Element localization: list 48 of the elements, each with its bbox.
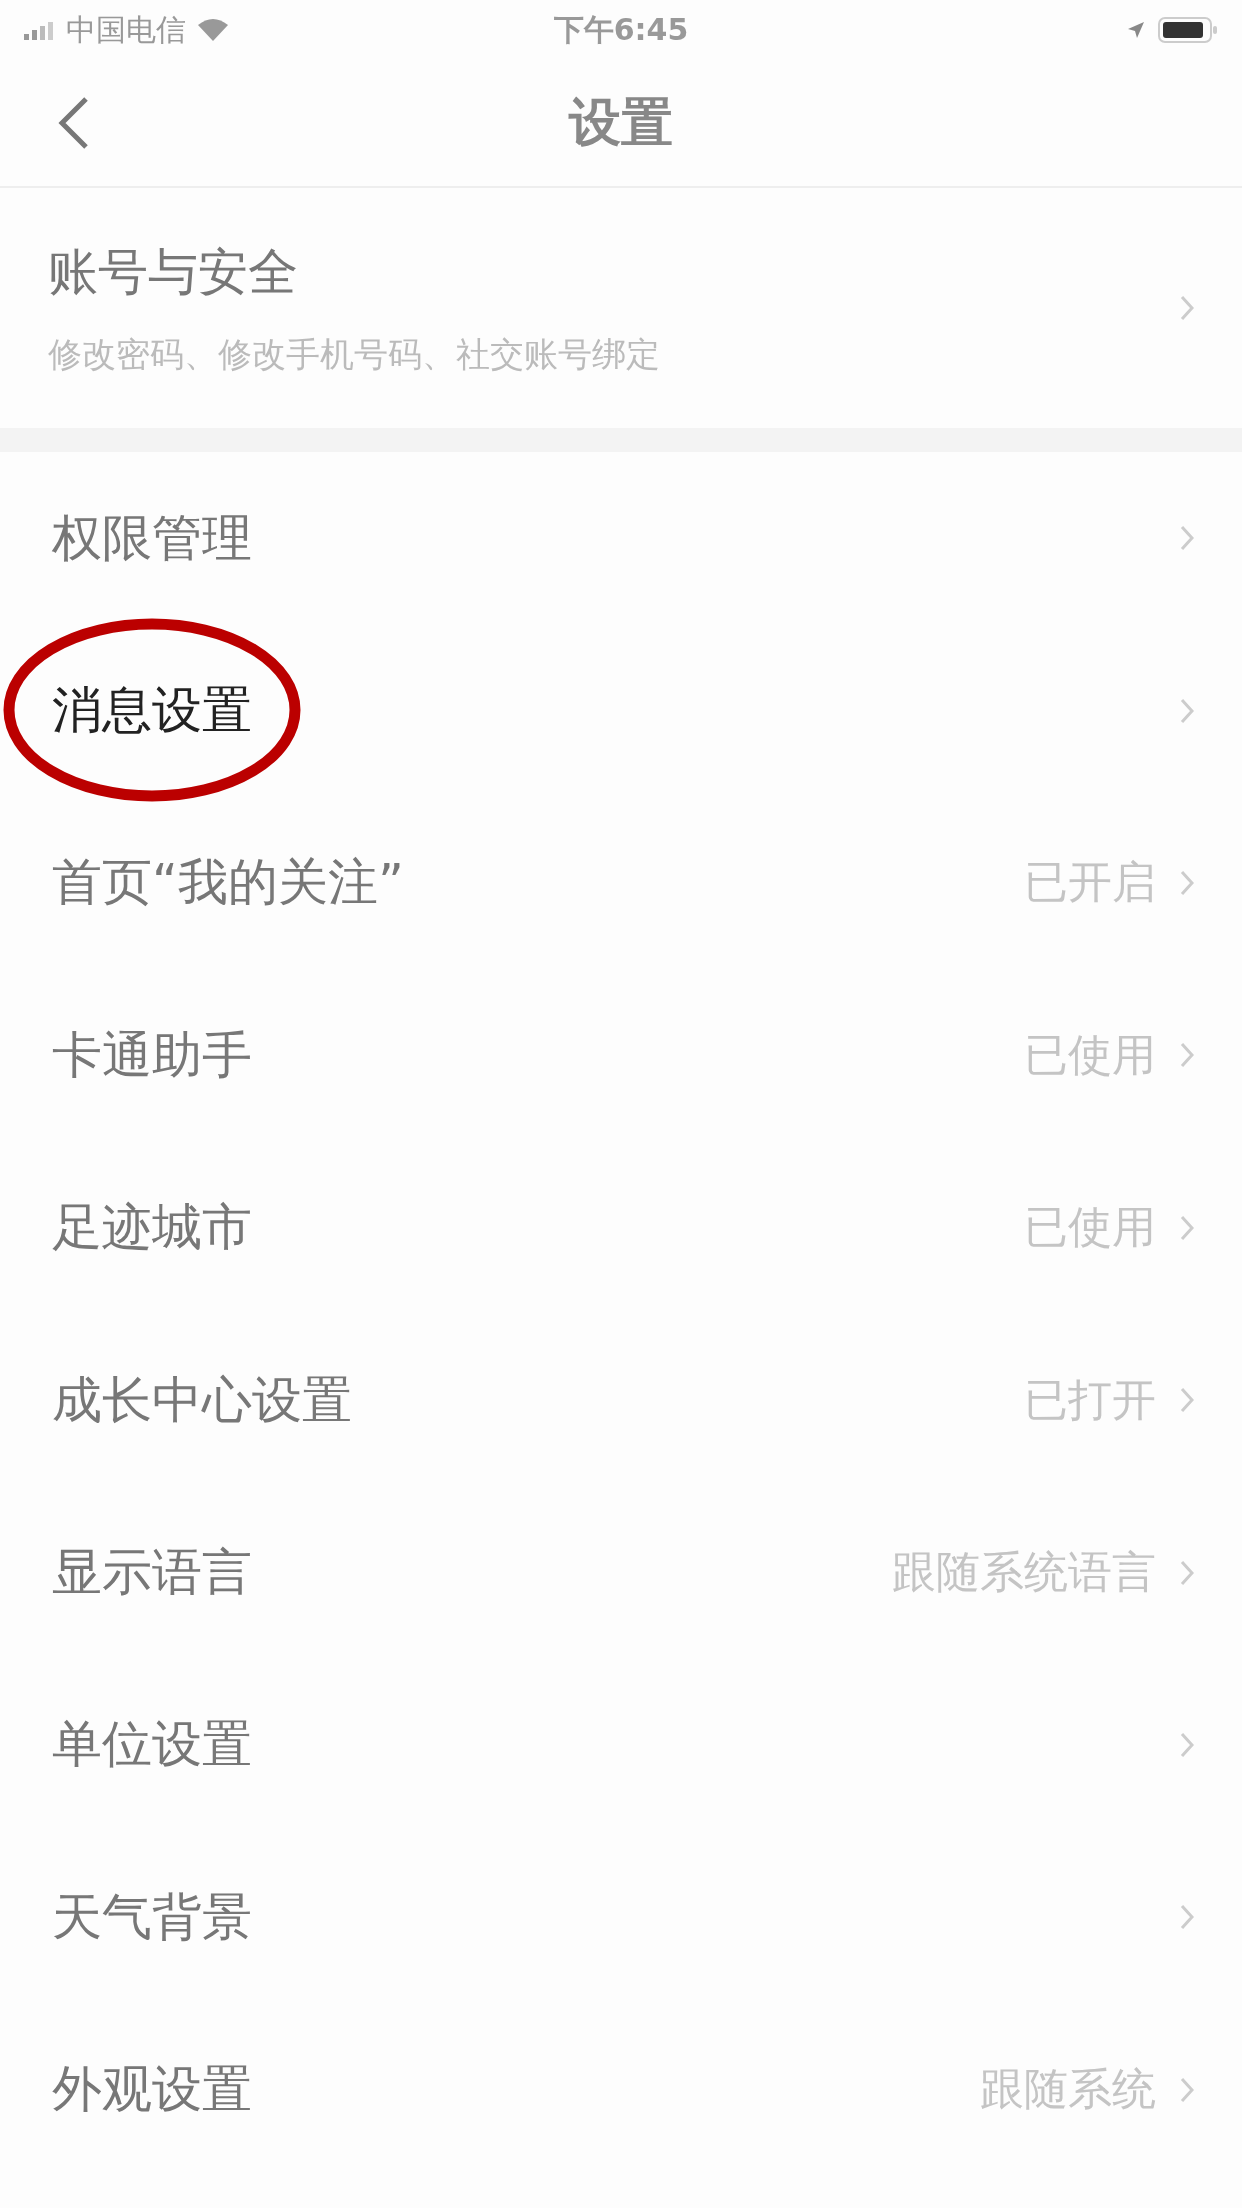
row-label: 首页“我的关注” [52,852,405,914]
account-row[interactable]: 账号与安全 修改密码、修改手机号码、社交账号绑定 [0,188,1242,428]
settings-row[interactable]: 天气背景 [0,1831,1242,2004]
chevron-icon [1180,295,1194,321]
row-value: 已使用 [1024,1027,1156,1082]
settings-row[interactable]: 消息设置 [0,624,1242,797]
battery-icon [1158,17,1218,43]
chevron-icon [1180,1387,1194,1414]
row-label: 外观设置 [52,2059,253,2121]
status-time: 下午6:45 [553,10,689,49]
chevron-icon [1180,697,1194,724]
chevron-icon [1180,1042,1194,1069]
carrier-name: 中国电信 [66,10,186,49]
chevron-icon [1180,1214,1194,1241]
row-label: 天气背景 [52,1886,253,1948]
row-label: 消息设置 [52,680,253,742]
chevron-icon [1180,1904,1194,1931]
row-value: 已打开 [1024,1372,1156,1427]
row-value: 已使用 [1024,1200,1156,1255]
location-icon [1126,20,1146,40]
settings-row[interactable]: 显示语言 跟随系统语言 [0,1486,1242,1659]
chevron-icon [1180,869,1194,896]
settings-row[interactable]: 外观设置 跟随系统 [0,2003,1242,2176]
row-value: 跟随系统 [980,2062,1156,2117]
settings-row[interactable]: 成长中心设置 已打开 [0,1313,1242,1487]
account-title: 账号与安全 [48,241,299,303]
account-subtitle: 修改密码、修改手机号码、社交账号绑定 [48,332,661,376]
chevron-icon [1180,1559,1194,1586]
row-label: 单位设置 [52,1714,253,1776]
row-value: 已开启 [1024,855,1156,910]
page-title: 设置 [569,91,673,154]
settings-row[interactable]: 单位设置 [0,1658,1242,1832]
chevron-icon [1180,525,1194,552]
row-label: 显示语言 [52,1542,253,1604]
chevron-icon [1180,1731,1194,1758]
settings-row[interactable]: 首页“我的关注” 已开启 [0,796,1242,970]
wifi-icon [198,19,228,41]
settings-row[interactable]: 足迹城市 已使用 [0,1141,1242,1314]
signal-icon [24,20,54,40]
row-label: 足迹城市 [52,1197,253,1259]
back-icon[interactable] [56,95,90,151]
settings-row[interactable]: 卡通助手 已使用 [0,969,1242,1142]
settings-row[interactable]: 权限管理 [0,452,1242,625]
row-label: 卡通助手 [52,1024,253,1086]
row-label: 成长中心设置 [52,1369,353,1431]
chevron-icon [1180,2076,1194,2103]
row-label: 权限管理 [52,507,253,569]
row-value: 跟随系统语言 [892,1545,1156,1600]
